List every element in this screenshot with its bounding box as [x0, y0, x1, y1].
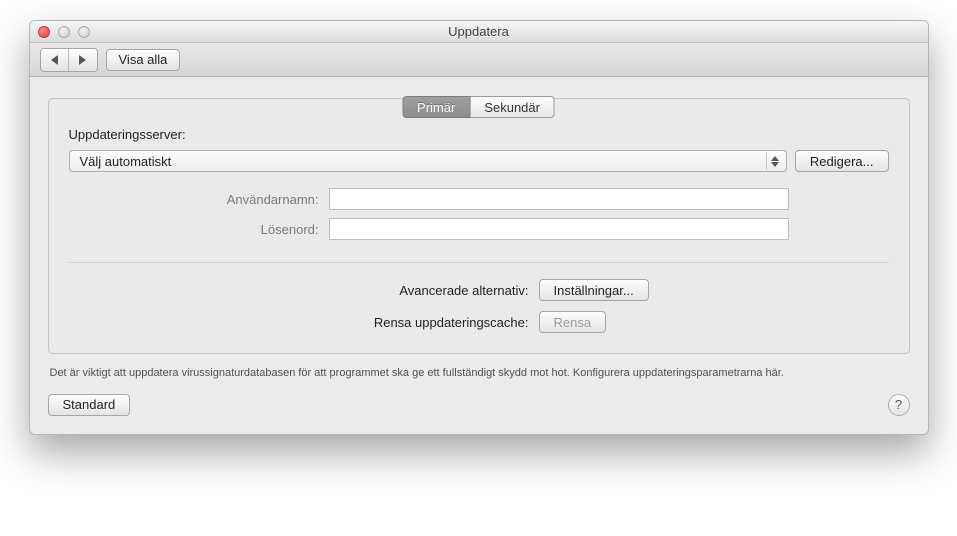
edit-server-button[interactable]: Redigera... — [795, 150, 889, 172]
help-button[interactable]: ? — [888, 394, 910, 416]
close-window-button[interactable] — [38, 26, 50, 38]
show-all-button[interactable]: Visa alla — [106, 49, 181, 71]
tabset: Primär Sekundär — [402, 96, 555, 118]
username-label: Användarnamn: — [69, 192, 329, 207]
clear-cache-button: Rensa — [539, 311, 607, 333]
advanced-settings-button[interactable]: Inställningar... — [539, 279, 649, 301]
footer: Standard ? — [48, 394, 910, 416]
update-server-label: Uppdateringsserver: — [69, 127, 889, 142]
preferences-window: Uppdatera Visa alla Primär Sekundär Uppd… — [29, 20, 929, 435]
primary-panel: Uppdateringsserver: Välj automatiskt Red… — [48, 98, 910, 354]
minimize-window-button[interactable] — [58, 26, 70, 38]
window-title: Uppdatera — [30, 24, 928, 39]
info-note: Det är viktigt att uppdatera virussignat… — [50, 366, 908, 382]
password-input[interactable] — [329, 218, 789, 240]
forward-icon — [79, 55, 86, 65]
tab-secondary[interactable]: Sekundär — [470, 96, 555, 118]
advanced-rows: Avancerade alternativ: Inställningar... … — [69, 279, 889, 333]
divider — [69, 262, 889, 263]
update-server-popup[interactable]: Välj automatiskt — [69, 150, 787, 172]
tab-primary[interactable]: Primär — [402, 96, 470, 118]
standard-button[interactable]: Standard — [48, 394, 131, 416]
forward-button[interactable] — [69, 49, 97, 71]
content-area: Primär Sekundär Uppdateringsserver: Välj… — [30, 77, 928, 434]
toolbar: Visa alla — [30, 43, 928, 77]
username-input[interactable] — [329, 188, 789, 210]
popup-arrows-icon — [766, 152, 784, 170]
titlebar: Uppdatera — [30, 21, 928, 43]
window-controls — [30, 26, 90, 38]
advanced-options-label: Avancerade alternativ: — [69, 283, 529, 298]
credentials-group: Användarnamn: Lösenord: — [69, 188, 889, 240]
update-server-selected: Välj automatiskt — [80, 154, 172, 169]
nav-segment — [40, 48, 98, 72]
back-icon — [51, 55, 58, 65]
tabs-container: Primär Sekundär Uppdateringsserver: Välj… — [48, 98, 910, 354]
server-row: Välj automatiskt Redigera... — [69, 150, 889, 172]
zoom-window-button[interactable] — [78, 26, 90, 38]
back-button[interactable] — [41, 49, 69, 71]
password-label: Lösenord: — [69, 222, 329, 237]
clear-cache-label: Rensa uppdateringscache: — [69, 315, 529, 330]
